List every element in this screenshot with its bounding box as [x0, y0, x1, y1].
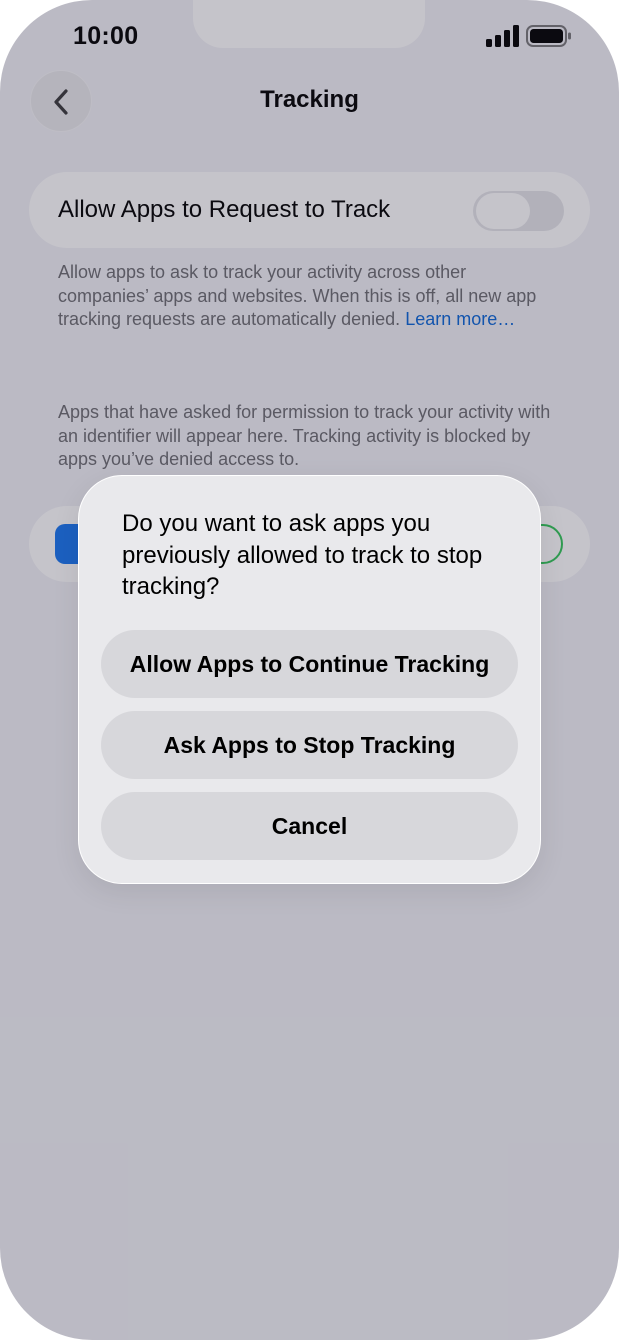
- stop-tracking-alert: Do you want to ask apps you previously a…: [78, 475, 541, 884]
- cancel-button[interactable]: Cancel: [101, 792, 518, 860]
- phone-frame: 10:00 Tracking Allow Apps to Request to …: [0, 0, 619, 1340]
- alert-message: Do you want to ask apps you previously a…: [122, 510, 483, 600]
- stop-tracking-button[interactable]: Ask Apps to Stop Tracking: [101, 711, 518, 779]
- continue-tracking-button[interactable]: Allow Apps to Continue Tracking: [101, 630, 518, 698]
